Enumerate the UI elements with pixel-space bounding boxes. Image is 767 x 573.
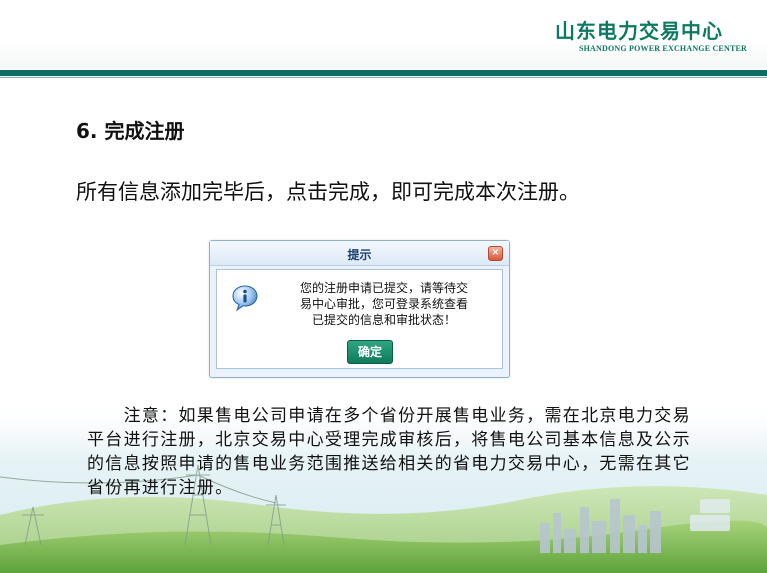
- header-divider-thin: [0, 77, 767, 78]
- instruction-text: 所有信息添加完毕后，点击完成，即可完成本次注册。: [76, 180, 580, 204]
- logo-title: 山东电力交易中心: [555, 19, 723, 43]
- note-paragraph: 注意：如果售电公司申请在多个省份开展售电业务，需在北京电力交易平台进行注册，北京…: [87, 406, 691, 498]
- info-icon: [232, 285, 258, 312]
- dialog-title: 提示: [347, 248, 372, 262]
- message-line: 易中心审批，您可登录系统查看: [299, 297, 468, 311]
- section-title: 6. 完成注册: [76, 119, 185, 143]
- dialog-message: 您的注册申请已提交，请等待交 易中心审批，您可登录系统查看 已提交的信息和审批状…: [269, 280, 499, 328]
- header-divider: [0, 70, 767, 76]
- dialog-body: 您的注册申请已提交，请等待交 易中心审批，您可登录系统查看 已提交的信息和审批状…: [216, 269, 503, 369]
- logo-subtitle: SHANDONG POWER EXCHANGE CENTER: [578, 44, 747, 53]
- dialog-titlebar: 提示 ×: [210, 241, 509, 266]
- close-icon[interactable]: ×: [488, 246, 503, 261]
- message-line: 已提交的信息和审批状态！: [311, 313, 456, 327]
- prompt-dialog: 提示 × 您的注册申请已提交，请等待交 易中心审批，您可登录系统查看 已提交的信…: [209, 240, 510, 378]
- confirm-button[interactable]: 确定: [347, 340, 393, 364]
- message-line: 您的注册申请已提交，请等待交: [299, 281, 468, 295]
